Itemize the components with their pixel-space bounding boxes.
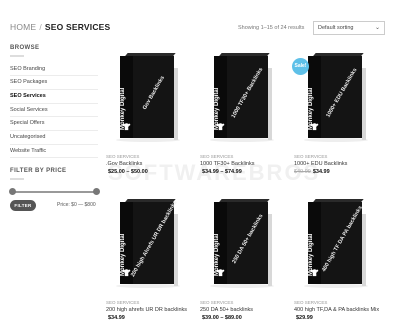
monkey-logo-icon	[122, 123, 131, 131]
product-title[interactable]: 250 DA 50+ backlinks	[200, 307, 288, 313]
heading-divider	[10, 178, 24, 180]
sidebar-item-uncategorised[interactable]: Uncategorised	[10, 131, 98, 145]
monkey-logo-icon	[216, 269, 225, 277]
price-range-label: Price: $0 — $800	[57, 202, 96, 208]
product-title[interactable]: 400 high TF,DA & PA backlinks Mix	[294, 307, 382, 313]
sidebar-item-seo-services[interactable]: SEO Services	[10, 90, 98, 104]
product-card[interactable]: Monkey Digital Gov Backlinks SEO SERVICE…	[106, 50, 194, 175]
result-count: Showing 1–15 of 24 results	[238, 25, 305, 31]
product-box-label: 250 DA 50+ backlinks	[231, 213, 265, 265]
product-category[interactable]: SEO SERVICES	[200, 300, 288, 305]
product-image[interactable]: Monkey Digital 250 DA 50+ backlinks	[200, 196, 288, 296]
price-slider[interactable]	[8, 188, 100, 195]
product-box-label: 1000+ EDU Backlinks	[325, 67, 359, 119]
sale-badge: Sale!	[292, 58, 309, 75]
product-title[interactable]: .Gov Backlinks	[106, 161, 194, 167]
category-list: SEO Branding SEO Packages SEO Services S…	[10, 63, 98, 159]
product-card[interactable]: Monkey Digital 200 high Ahrefs UR DR bac…	[106, 196, 194, 321]
chevron-down-icon: ⌄	[374, 25, 380, 31]
product-box-label: 400 high TF DA PA backlinks	[320, 205, 364, 273]
product-title[interactable]: 200 high ahrefs UR DR backlinks	[106, 307, 194, 313]
product-title[interactable]: 1000+ EDU Backlinks	[294, 161, 382, 167]
sort-selected-value: Default sorting	[318, 25, 354, 31]
product-image[interactable]: Monkey Digital 200 high Ahrefs UR DR bac…	[106, 196, 194, 296]
filter-by-price-heading: FILTER BY PRICE	[10, 168, 67, 175]
product-card[interactable]: Monkey Digital 400 high TF DA PA backlin…	[294, 196, 382, 321]
breadcrumb-home-link[interactable]: HOME	[10, 22, 36, 32]
browse-heading: BROWSE	[10, 45, 40, 51]
sidebar-item-website-traffic[interactable]: Website Traffic	[10, 145, 98, 159]
filter-button[interactable]: FILTER	[10, 200, 36, 211]
product-price: $34.99 – $74.99	[202, 169, 242, 175]
product-category[interactable]: SEO SERVICES	[294, 154, 382, 159]
product-category[interactable]: SEO SERVICES	[200, 154, 288, 159]
breadcrumb-separator: /	[39, 22, 42, 32]
product-box-label: 1000 TF30+ Backlinks	[231, 66, 265, 120]
product-category[interactable]: SEO SERVICES	[294, 300, 382, 305]
sidebar-item-special-offers[interactable]: Special Offers	[10, 117, 98, 131]
sort-dropdown[interactable]: Default sorting ⌄	[313, 21, 385, 35]
product-box-label: Gov Backlinks	[141, 75, 167, 111]
breadcrumb: HOME / SEO SERVICES	[10, 22, 110, 32]
sidebar: BROWSE SEO Branding SEO Packages SEO Ser…	[10, 45, 98, 186]
sidebar-item-seo-packages[interactable]: SEO Packages	[10, 76, 98, 90]
product-title[interactable]: 1000 TF30+ Backlinks	[200, 161, 288, 167]
heading-divider	[10, 55, 24, 57]
product-price: $49.99 $34.99	[294, 169, 330, 175]
product-image[interactable]: Monkey Digital 1000 TF30+ Backlinks	[200, 50, 288, 150]
product-image[interactable]: Monkey Digital Gov Backlinks	[106, 50, 194, 150]
sidebar-item-social-services[interactable]: Social Services	[10, 104, 98, 118]
product-card[interactable]: Monkey Digital 1000 TF30+ Backlinks SEO …	[200, 50, 288, 175]
page-title: SEO SERVICES	[44, 22, 111, 32]
monkey-logo-icon	[122, 269, 131, 277]
sidebar-item-seo-branding[interactable]: SEO Branding	[10, 63, 98, 77]
product-price: $29.99	[296, 315, 313, 321]
product-price: $34.99	[108, 315, 125, 321]
monkey-logo-icon	[216, 123, 225, 131]
monkey-logo-icon	[310, 123, 319, 131]
old-price: $49.99	[294, 169, 311, 175]
price-slider-max-handle[interactable]	[92, 188, 100, 195]
price-slider-range	[12, 191, 96, 193]
product-category[interactable]: SEO SERVICES	[106, 300, 194, 305]
price-slider-min-handle[interactable]	[8, 188, 16, 195]
product-image[interactable]: Monkey Digital 400 high TF DA PA backlin…	[294, 196, 382, 296]
product-price: $39.00 – $89.00	[202, 315, 242, 321]
monkey-logo-icon	[310, 269, 319, 277]
product-card[interactable]: Monkey Digital 250 DA 50+ backlinks SEO …	[200, 196, 288, 321]
product-category[interactable]: SEO SERVICES	[106, 154, 194, 159]
product-price: $25.00 – $50.00	[108, 169, 148, 175]
